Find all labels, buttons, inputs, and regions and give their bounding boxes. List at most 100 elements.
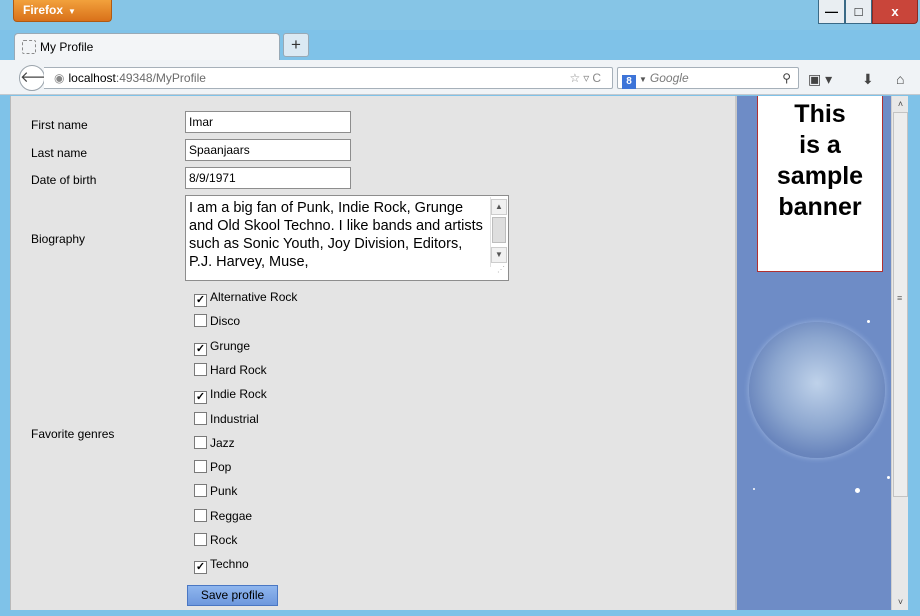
home-icon[interactable]: ⌂ — [896, 72, 904, 86]
page-scroll-down-icon[interactable]: ˅ — [892, 594, 908, 610]
genre-label: Reggae — [210, 508, 253, 523]
checkbox[interactable] — [194, 411, 207, 425]
genre-label: Rock — [210, 533, 238, 547]
bookmarks-icon[interactable]: ▣ ▾ — [808, 72, 832, 86]
globe-icon: ◉ — [54, 71, 65, 85]
checkbox[interactable]: ✓ — [194, 391, 207, 405]
maximize-icon: □ — [854, 4, 863, 19]
genre-label: Industrial — [210, 411, 259, 426]
page-content: First name Imar Last name Spaanjaars Dat… — [10, 96, 908, 610]
sample-banner[interactable]: This is a sample banner — [757, 96, 883, 272]
close-button[interactable]: x — [872, 0, 918, 24]
genre-label: Jazz — [210, 435, 235, 450]
genre-checkbox-item[interactable]: Hard Rock — [194, 362, 267, 379]
save-profile-button[interactable]: Save profile — [187, 585, 278, 606]
url-bar-tools[interactable]: ☆▿C — [570, 68, 604, 88]
genre-checkbox-item[interactable]: Disco — [194, 314, 240, 330]
close-icon: x — [891, 4, 899, 19]
search-bar[interactable]: 8 ▼ Google ⚲ — [617, 67, 799, 89]
date-of-birth-label: Date of birth — [31, 173, 97, 187]
banner-line: This — [794, 100, 846, 128]
banner-column: This is a sample banner — [735, 96, 891, 610]
url-path: :49348/MyProfile — [115, 71, 206, 85]
page-scrollbar[interactable]: ˄ ≡ ˅ — [891, 96, 908, 610]
page-favicon-icon — [22, 40, 36, 54]
page-scroll-up-icon[interactable]: ˄ — [892, 96, 908, 112]
genre-checkbox-item[interactable]: Industrial — [194, 411, 259, 428]
genre-label: Disco — [210, 314, 241, 329]
genre-label: Punk — [210, 484, 238, 499]
star-dot — [887, 476, 890, 479]
star-dot — [867, 320, 870, 323]
minimize-icon: — — [825, 4, 838, 19]
biography-textarea[interactable]: I am a big fan of Punk, Indie Rock, Grun… — [185, 195, 509, 281]
genre-label: Hard Rock — [210, 362, 267, 377]
navigation-bar: 🡐 ◉ localhost:49348/MyProfile ☆▿C 8 ▼ Googl… — [0, 60, 920, 95]
google-icon[interactable]: 8 — [622, 75, 636, 89]
genre-checkbox-item[interactable]: ✓ Alternative Rock — [194, 290, 298, 307]
back-button[interactable]: 🡐 — [19, 65, 60, 91]
genre-checkbox-item[interactable]: Jazz — [194, 435, 235, 452]
banner-line: banner — [778, 193, 862, 221]
checkbox[interactable] — [194, 314, 207, 328]
star-dot — [855, 488, 860, 493]
firefox-menu-label: Firefox — [23, 3, 64, 17]
checkbox[interactable] — [194, 362, 207, 376]
first-name-field[interactable]: Imar — [185, 111, 351, 133]
checkbox[interactable] — [194, 460, 207, 474]
tab-my-profile[interactable]: My Profile — [14, 33, 280, 60]
genre-label: Alternative Rock — [210, 290, 298, 304]
search-icon[interactable]: ⚲ — [782, 68, 791, 88]
genre-checkbox-item[interactable]: ✓ Indie Rock — [194, 387, 267, 405]
banner-line: sample — [776, 162, 864, 190]
banner-line: is a — [799, 131, 841, 159]
checkbox[interactable]: ✓ — [194, 342, 207, 356]
checkbox[interactable]: ✓ — [194, 294, 207, 307]
checkbox[interactable] — [194, 435, 207, 449]
moon-orb-image — [749, 322, 885, 458]
genre-checkbox-item[interactable]: Reggae — [194, 508, 253, 525]
genre-checkbox-item[interactable]: ✓ Techno — [194, 557, 249, 575]
resize-grip-icon[interactable]: ⋰ — [497, 261, 505, 279]
profile-form: First name Imar Last name Spaanjaars Dat… — [11, 96, 733, 610]
tab-title: My Profile — [40, 40, 94, 54]
biography-label: Biography — [31, 232, 86, 246]
checkbox[interactable] — [194, 484, 207, 498]
biography-text: I am a big fan of Punk, Indie Rock, Grun… — [189, 200, 483, 270]
search-engine-caret-icon[interactable]: ▼ — [639, 75, 647, 84]
date-of-birth-field[interactable]: 8/9/1971 — [185, 167, 351, 189]
last-name-label: Last name — [31, 146, 88, 160]
genre-checkbox-item[interactable]: Rock — [194, 533, 237, 549]
download-icon[interactable]: ⬇ — [862, 72, 874, 86]
new-tab-button[interactable]: + — [283, 33, 309, 57]
last-name-field[interactable]: Spaanjaars — [185, 139, 351, 161]
scroll-thumb[interactable] — [492, 217, 506, 243]
genre-checkbox-item[interactable]: Punk — [194, 484, 237, 500]
maximize-button[interactable]: □ — [845, 0, 872, 24]
genre-label: Pop — [210, 460, 232, 475]
scroll-up-icon[interactable]: ▲ — [491, 199, 507, 215]
checkbox[interactable] — [194, 508, 207, 522]
menu-caret-icon: ▼ — [68, 7, 76, 16]
favorite-genres-label: Favorite genres — [31, 427, 115, 441]
title-bar: Firefox ▼ — □ x — [0, 0, 920, 30]
first-name-label: First name — [31, 118, 88, 132]
genre-label: Techno — [210, 557, 249, 572]
star-icon[interactable]: ☆ — [570, 71, 584, 85]
biography-scrollbar[interactable]: ▲ ▼ — [490, 197, 507, 267]
genre-label: Grunge — [210, 338, 251, 353]
star-dot — [753, 488, 755, 490]
checkbox[interactable] — [194, 533, 207, 546]
firefox-menu-button[interactable]: Firefox ▼ — [13, 0, 112, 22]
genre-label: Indie Rock — [210, 387, 267, 402]
search-placeholder: Google — [649, 71, 689, 85]
checkbox[interactable]: ✓ — [194, 561, 207, 575]
genre-checkbox-item[interactable]: Pop — [194, 460, 231, 476]
scroll-grip-icon: ≡ — [897, 293, 903, 303]
page-scroll-thumb[interactable]: ≡ — [893, 112, 908, 497]
dropdown-icon[interactable]: ▿ — [583, 71, 592, 85]
url-bar[interactable]: ◉ localhost:49348/MyProfile ☆▿C — [44, 67, 613, 89]
minimize-button[interactable]: — — [818, 0, 845, 24]
reload-icon[interactable]: C — [592, 71, 604, 85]
genre-checkbox-item[interactable]: ✓ Grunge — [194, 338, 251, 356]
